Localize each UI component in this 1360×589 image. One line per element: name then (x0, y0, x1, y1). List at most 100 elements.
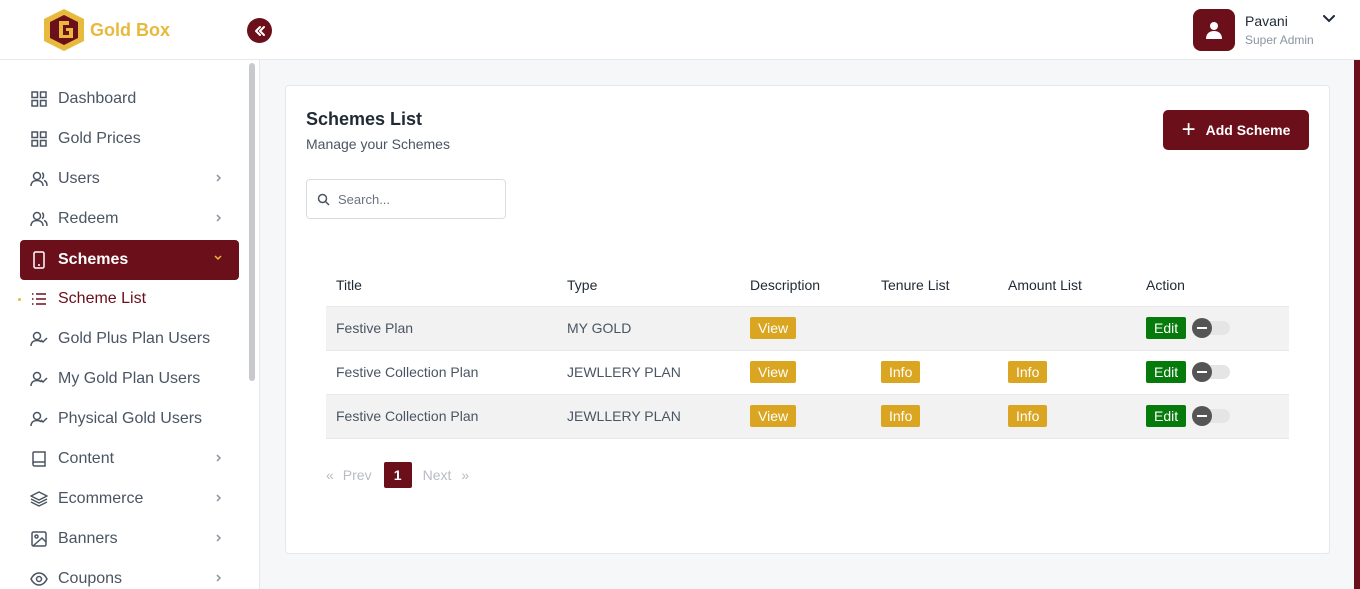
user-menu[interactable]: Pavani Super Admin (1193, 9, 1335, 51)
status-toggle[interactable] (1192, 406, 1231, 426)
user-check-icon (30, 330, 48, 348)
tenure-info-button[interactable]: Info (881, 405, 921, 427)
cell-type: MY GOLD (557, 305, 740, 350)
gold-box-logo (44, 9, 84, 51)
sidebar-item-coupons[interactable]: Coupons (20, 559, 239, 589)
cell-title: Festive Plan (326, 305, 557, 350)
search-box[interactable] (306, 179, 506, 219)
edit-button[interactable]: Edit (1146, 405, 1187, 427)
users-icon (30, 170, 48, 188)
column-header-action: Action (1146, 276, 1185, 293)
top-header: Gold Box Pavani Super Admin (0, 0, 1360, 60)
cell-action: Edit (1136, 393, 1289, 439)
sidebar-item-label: Gold Prices (58, 130, 141, 147)
eye-icon (30, 570, 48, 588)
next-page-link[interactable]: Next (423, 467, 452, 483)
schemes-table: Title Type Description Tenure List Amoun… (326, 264, 1289, 439)
cell-type: JEWLLERY PLAN (557, 393, 740, 439)
cell-description: View (740, 305, 871, 350)
edit-button[interactable]: Edit (1146, 361, 1187, 383)
search-input[interactable] (338, 191, 498, 207)
cell-tenure: Info (871, 393, 998, 439)
grid-icon (30, 130, 48, 148)
chevron-right-icon (216, 174, 222, 182)
user-role: Super Admin (1245, 33, 1314, 47)
column-header-type[interactable]: Type (557, 264, 740, 306)
prev-page-link[interactable]: Prev (343, 467, 372, 483)
sidebar-item-dashboard[interactable]: Dashboard (20, 79, 239, 119)
status-toggle[interactable] (1192, 362, 1231, 382)
users-icon (30, 210, 48, 228)
chevron-down-icon[interactable] (1323, 15, 1335, 23)
sidebar-item-ecommerce[interactable]: Ecommerce (20, 479, 239, 519)
sidebar-item-schemes[interactable]: Schemes (20, 240, 239, 280)
page-title: Schemes List (306, 109, 423, 129)
column-header-amount-list[interactable]: Amount List (998, 264, 1136, 306)
user-check-icon (30, 370, 48, 388)
amount-info-button[interactable]: Info (1008, 405, 1048, 427)
page-number-current[interactable]: 1 (383, 462, 412, 488)
status-toggle[interactable] (1192, 318, 1231, 338)
last-page-link[interactable]: » (461, 467, 469, 483)
column-header-title[interactable]: Title (326, 264, 557, 306)
sidebar-item-label: My Gold Plan Users (58, 370, 201, 387)
cell-amount: Info (998, 393, 1136, 439)
image-icon (30, 530, 48, 548)
sidebar-collapse-button[interactable] (247, 18, 272, 43)
sidebar-item-content[interactable]: Content (20, 439, 239, 479)
sidebar-item-my-gold-plan-users[interactable]: My Gold Plan Users (20, 359, 239, 399)
table-row: Festive Plan MY GOLD View Edit (326, 305, 1289, 350)
chevron-right-icon (216, 574, 222, 582)
cell-description: View (740, 349, 871, 394)
tenure-info-button[interactable]: Info (881, 361, 921, 383)
chevron-right-icon (216, 454, 222, 462)
schemes-card: Schemes List Manage your Schemes + Add S… (285, 85, 1330, 554)
chevron-right-icon (216, 214, 222, 222)
sidebar-scrollbar[interactable] (249, 63, 255, 381)
page-scrollbar[interactable] (1354, 60, 1360, 589)
pagination: « Prev 1 Next » (326, 462, 469, 488)
table-header-row: Title Type Description Tenure List Amoun… (326, 264, 1289, 306)
column-header-tenure-list[interactable]: Tenure List (871, 264, 998, 306)
cell-type: JEWLLERY PLAN (557, 349, 740, 394)
chevron-right-icon (216, 534, 222, 542)
sidebar-item-label: Users (58, 170, 100, 187)
user-check-icon (30, 410, 48, 428)
amount-info-button[interactable]: Info (1008, 361, 1048, 383)
plus-icon: + (1181, 116, 1196, 143)
edit-button[interactable]: Edit (1146, 317, 1187, 339)
table-row: Festive Collection Plan JEWLLERY PLAN Vi… (326, 349, 1289, 394)
sidebar-item-gold-plus-plan-users[interactable]: Gold Plus Plan Users (20, 319, 239, 359)
view-button[interactable]: View (750, 405, 797, 427)
cell-description: View (740, 393, 871, 439)
view-button[interactable]: View (750, 361, 797, 383)
sidebar-item-users[interactable]: Users (20, 159, 239, 199)
layers-icon (30, 490, 48, 508)
column-header-description[interactable]: Description (740, 264, 871, 306)
sidebar-item-label: Banners (58, 530, 118, 547)
toggle-knob (1192, 362, 1213, 382)
sidebar-item-label: Scheme List (58, 290, 147, 307)
sidebar-item-redeem[interactable]: Redeem (20, 199, 239, 239)
brand[interactable]: Gold Box (42, 7, 170, 53)
sidebar-item-scheme-list[interactable]: Scheme List (18, 279, 239, 319)
cell-tenure (871, 305, 998, 350)
avatar (1193, 9, 1235, 51)
active-dot (18, 298, 21, 301)
cell-tenure: Info (871, 349, 998, 394)
cell-amount (998, 305, 1136, 350)
sidebar-item-gold-prices[interactable]: Gold Prices (20, 119, 239, 159)
brand-name: Gold Box (90, 19, 170, 40)
search-icon (317, 193, 330, 206)
user-icon (1206, 22, 1222, 39)
sidebar-item-banners[interactable]: Banners (20, 519, 239, 559)
cell-title: Festive Collection Plan (326, 349, 557, 394)
view-button[interactable]: View (750, 317, 797, 339)
sidebar: Dashboard Gold Prices Users Redeem Schem… (0, 60, 260, 589)
sidebar-item-label: Schemes (58, 251, 129, 268)
first-page-link[interactable]: « (326, 467, 334, 483)
table-row: Festive Collection Plan JEWLLERY PLAN Vi… (326, 393, 1289, 439)
cell-action: Edit (1136, 349, 1289, 394)
sidebar-item-physical-gold-users[interactable]: Physical Gold Users (20, 399, 239, 439)
add-scheme-button[interactable]: + Add Scheme (1163, 110, 1309, 150)
